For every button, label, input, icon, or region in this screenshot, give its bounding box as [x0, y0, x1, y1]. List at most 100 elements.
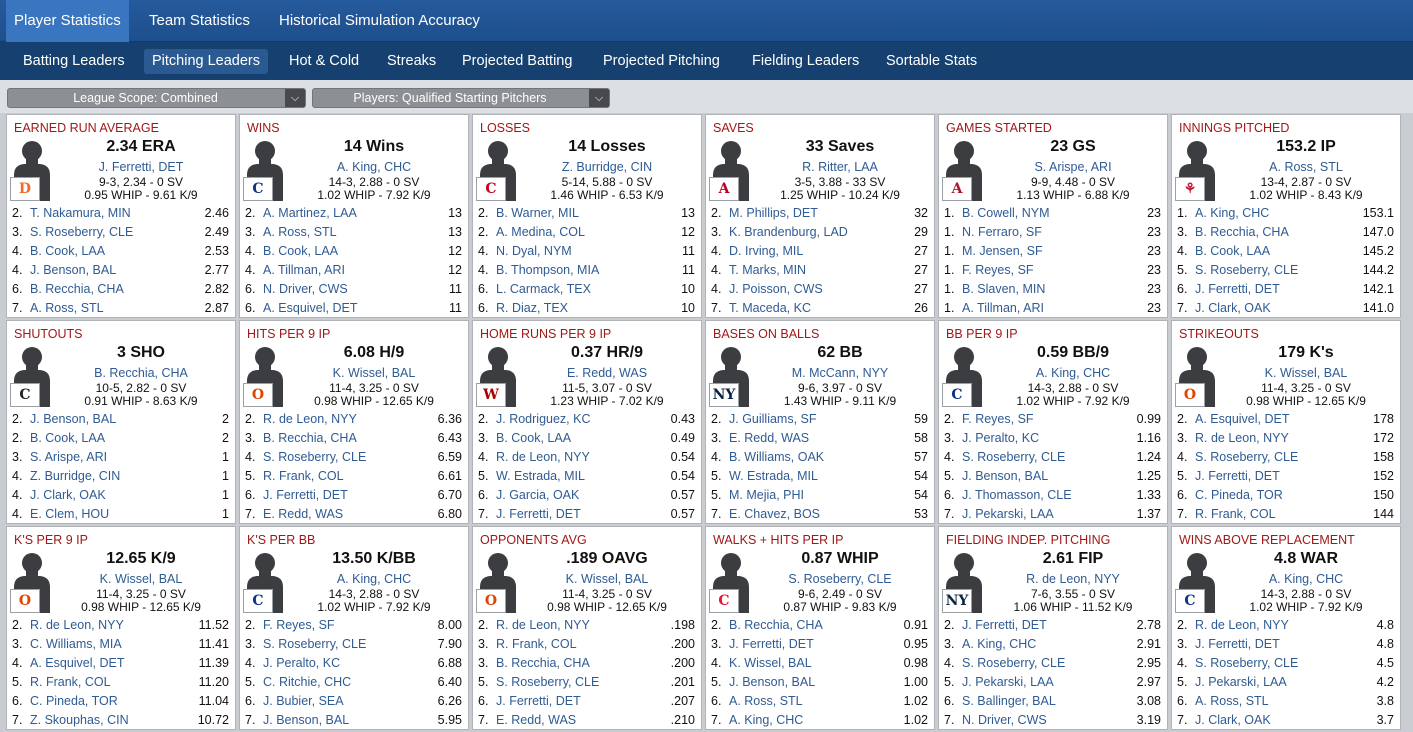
player-name-link[interactable]: A. King, CHC: [962, 635, 1036, 654]
player-name-link[interactable]: J. Guilliams, SF: [729, 410, 817, 429]
player-name-link[interactable]: A. Esquivel, DET: [263, 299, 357, 318]
player-name-link[interactable]: B. Thompson, MIA: [496, 261, 599, 280]
player-name-link[interactable]: A. Martinez, LAA: [263, 204, 357, 223]
sub-tab-pitching-leaders[interactable]: Pitching Leaders: [144, 49, 269, 74]
player-name-link[interactable]: J. Ferretti, DET: [1195, 635, 1280, 654]
player-name-link[interactable]: A. Ross, STL: [30, 299, 104, 318]
player-name-link[interactable]: S. Roseberry, CLE: [30, 223, 133, 242]
player-name-link[interactable]: J. Benson, BAL: [30, 410, 116, 429]
player-name-link[interactable]: R. Frank, COL: [30, 673, 111, 692]
leader-name-link[interactable]: K. Wissel, BAL: [280, 366, 468, 380]
leader-name-link[interactable]: A. King, CHC: [280, 572, 468, 586]
player-name-link[interactable]: A. Tillman, ARI: [962, 299, 1044, 318]
player-name-link[interactable]: A. Ross, STL: [1195, 692, 1269, 711]
player-name-link[interactable]: B. Slaven, MIN: [962, 280, 1045, 299]
leader-name-link[interactable]: J. Ferretti, DET: [47, 160, 235, 174]
player-name-link[interactable]: M. Jensen, SF: [962, 242, 1043, 261]
player-name-link[interactable]: J. Clark, OAK: [1195, 299, 1271, 318]
player-name-link[interactable]: W. Estrada, MIL: [729, 467, 818, 486]
player-name-link[interactable]: A. Esquivel, DET: [1195, 410, 1289, 429]
player-name-link[interactable]: A. Ross, STL: [729, 692, 803, 711]
player-name-link[interactable]: F. Reyes, SF: [962, 261, 1034, 280]
player-name-link[interactable]: T. Marks, MIN: [729, 261, 806, 280]
player-name-link[interactable]: S. Roseberry, CLE: [1195, 654, 1298, 673]
player-name-link[interactable]: F. Reyes, SF: [263, 616, 335, 635]
player-name-link[interactable]: C. Pineda, TOR: [30, 692, 118, 711]
player-name-link[interactable]: A. King, CHC: [729, 711, 803, 730]
player-name-link[interactable]: J. Clark, OAK: [1195, 711, 1271, 730]
player-name-link[interactable]: E. Redd, WAS: [496, 711, 576, 730]
player-name-link[interactable]: B. Cowell, NYM: [962, 204, 1050, 223]
leader-name-link[interactable]: K. Wissel, BAL: [47, 572, 235, 586]
leader-name-link[interactable]: A. Ross, STL: [1212, 160, 1400, 174]
player-name-link[interactable]: N. Driver, CWS: [263, 280, 348, 299]
player-name-link[interactable]: J. Peralto, KC: [962, 429, 1039, 448]
player-name-link[interactable]: K. Wissel, BAL: [729, 654, 812, 673]
player-name-link[interactable]: J. Ferretti, DET: [1195, 467, 1280, 486]
player-name-link[interactable]: T. Maceda, KC: [729, 299, 811, 318]
player-name-link[interactable]: B. Warner, MIL: [496, 204, 579, 223]
player-name-link[interactable]: A. Ross, STL: [263, 223, 337, 242]
player-name-link[interactable]: S. Roseberry, CLE: [263, 448, 366, 467]
player-name-link[interactable]: R. de Leon, NYY: [263, 410, 357, 429]
player-name-link[interactable]: J. Garcia, OAK: [496, 486, 579, 505]
player-name-link[interactable]: J. Poisson, CWS: [729, 280, 823, 299]
player-name-link[interactable]: J. Ferretti, DET: [729, 635, 814, 654]
player-name-link[interactable]: B. Cook, LAA: [263, 242, 338, 261]
player-name-link[interactable]: S. Roseberry, CLE: [263, 635, 366, 654]
player-name-link[interactable]: B. Cook, LAA: [30, 242, 105, 261]
player-name-link[interactable]: C. Williams, MIA: [30, 635, 122, 654]
player-name-link[interactable]: J. Benson, BAL: [30, 261, 116, 280]
player-name-link[interactable]: D. Irving, MIL: [729, 242, 803, 261]
player-name-link[interactable]: S. Roseberry, CLE: [962, 654, 1065, 673]
player-name-link[interactable]: B. Recchia, CHA: [263, 429, 357, 448]
player-name-link[interactable]: S. Roseberry, CLE: [962, 448, 1065, 467]
sub-tab-sortable-stats[interactable]: Sortable Stats: [878, 49, 985, 74]
player-name-link[interactable]: J. Pekarski, LAA: [1195, 673, 1287, 692]
player-name-link[interactable]: N. Dyal, NYM: [496, 242, 572, 261]
player-name-link[interactable]: A. King, CHC: [1195, 204, 1269, 223]
leader-name-link[interactable]: A. King, CHC: [1212, 572, 1400, 586]
player-name-link[interactable]: L. Carmack, TEX: [496, 280, 591, 299]
player-name-link[interactable]: A. Tillman, ARI: [263, 261, 345, 280]
leader-name-link[interactable]: A. King, CHC: [280, 160, 468, 174]
player-name-link[interactable]: C. Ritchie, CHC: [263, 673, 351, 692]
sub-tab-fielding-leaders[interactable]: Fielding Leaders: [744, 49, 867, 74]
player-name-link[interactable]: E. Redd, WAS: [263, 505, 343, 524]
player-name-link[interactable]: J. Benson, BAL: [962, 467, 1048, 486]
player-name-link[interactable]: B. Cook, LAA: [30, 429, 105, 448]
player-name-link[interactable]: W. Estrada, MIL: [496, 467, 585, 486]
player-name-link[interactable]: E. Chavez, BOS: [729, 505, 820, 524]
player-name-link[interactable]: S. Roseberry, CLE: [496, 673, 599, 692]
player-name-link[interactable]: R. de Leon, NYY: [1195, 616, 1289, 635]
leader-name-link[interactable]: S. Arispe, ARI: [979, 160, 1167, 174]
player-name-link[interactable]: J. Clark, OAK: [30, 486, 106, 505]
sub-tab-projected-batting[interactable]: Projected Batting: [454, 49, 580, 74]
league-scope-dropdown[interactable]: League Scope: Combined ⌵: [7, 88, 306, 108]
player-name-link[interactable]: R. Frank, COL: [263, 467, 344, 486]
player-name-link[interactable]: M. Mejia, PHI: [729, 486, 804, 505]
player-name-link[interactable]: J. Pekarski, LAA: [962, 505, 1054, 524]
top-tab-historical-simulation-accuracy[interactable]: Historical Simulation Accuracy: [271, 0, 488, 42]
player-name-link[interactable]: J. Ferretti, DET: [263, 486, 348, 505]
player-name-link[interactable]: J. Ferretti, DET: [962, 616, 1047, 635]
players-dropdown[interactable]: Players: Qualified Starting Pitchers ⌵: [312, 88, 610, 108]
player-name-link[interactable]: B. Cook, LAA: [496, 429, 571, 448]
player-name-link[interactable]: A. Esquivel, DET: [30, 654, 124, 673]
player-name-link[interactable]: J. Benson, BAL: [263, 711, 349, 730]
player-name-link[interactable]: S. Roseberry, CLE: [1195, 261, 1298, 280]
leader-name-link[interactable]: M. McCann, NYY: [746, 366, 934, 380]
leader-name-link[interactable]: Z. Burridge, CIN: [513, 160, 701, 174]
player-name-link[interactable]: E. Clem, HOU: [30, 505, 109, 524]
leader-name-link[interactable]: R. de Leon, NYY: [979, 572, 1167, 586]
sub-tab-hot-cold[interactable]: Hot & Cold: [281, 49, 367, 74]
sub-tab-projected-pitching[interactable]: Projected Pitching: [595, 49, 728, 74]
player-name-link[interactable]: B. Cook, LAA: [1195, 242, 1270, 261]
player-name-link[interactable]: S. Ballinger, BAL: [962, 692, 1056, 711]
player-name-link[interactable]: B. Recchia, CHA: [496, 654, 590, 673]
top-tab-player-statistics[interactable]: Player Statistics: [6, 0, 129, 42]
player-name-link[interactable]: N. Driver, CWS: [962, 711, 1047, 730]
player-name-link[interactable]: S. Arispe, ARI: [30, 448, 107, 467]
player-name-link[interactable]: J. Bubier, SEA: [263, 692, 344, 711]
player-name-link[interactable]: Z. Skouphas, CIN: [30, 711, 129, 730]
